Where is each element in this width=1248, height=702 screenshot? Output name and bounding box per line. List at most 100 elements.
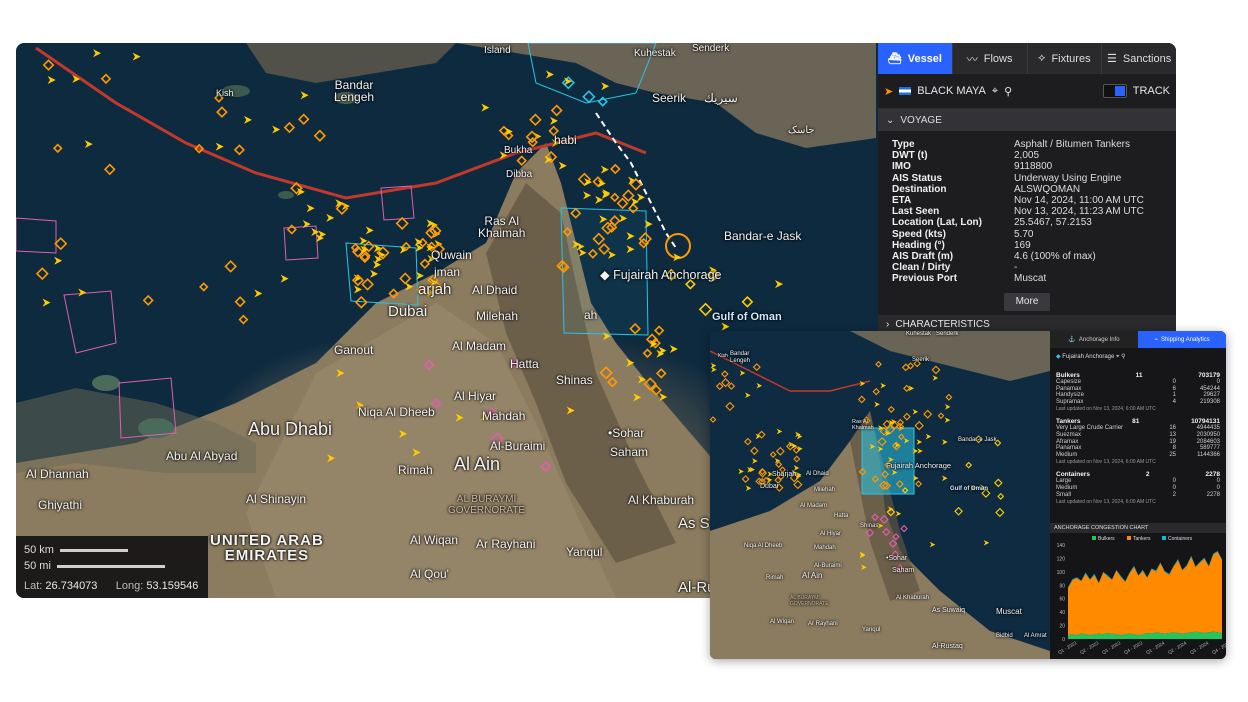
label-fujairah-anchorage[interactable]: ◆ Fujairah Anchorage [600,267,722,282]
vessel-marker-arrow[interactable] [370,269,379,278]
vessel-marker-arrow[interactable] [78,288,87,297]
vessel-marker-arrow[interactable] [630,197,639,206]
vessel-marker-arrow[interactable] [373,260,382,269]
vessel-marker-diamond[interactable] [529,113,542,127]
vessel-marker-diamond[interactable] [997,492,1005,500]
vessel-marker-diamond[interactable] [931,365,941,375]
tab-anchorage-info[interactable]: ⚓ Anchorage Info [1050,331,1138,348]
vessel-marker-diamond[interactable] [937,412,945,420]
vessel-marker-arrow[interactable] [272,125,281,134]
vessel-marker-diamond[interactable] [399,272,412,285]
vessel-marker-diamond[interactable] [793,479,803,490]
vessel-marker-diamond[interactable] [234,296,246,308]
zone-pink-5[interactable] [16,217,57,254]
vessel-marker-arrow[interactable] [669,345,678,354]
vessel-marker-arrow[interactable] [874,401,880,408]
vessel-marker-diamond[interactable] [887,405,895,413]
vessel-marker-diamond[interactable] [954,506,963,516]
vessel-marker-diamond[interactable] [965,461,973,469]
vessel-marker-arrow[interactable] [895,510,902,517]
vessel-marker-arrow[interactable] [54,256,63,265]
vessel-marker-diamond[interactable] [945,393,953,401]
vessel-marker-diamond[interactable] [283,121,296,134]
vessel-marker-diamond[interactable] [419,258,431,270]
vessel-marker-diamond[interactable] [233,144,245,156]
voyage-section-header[interactable]: ⌄ VOYAGE [878,109,1176,131]
vessel-marker-diamond[interactable] [857,395,866,404]
vessel-marker-arrow[interactable] [481,103,490,112]
vessel-marker-diamond[interactable] [725,401,735,412]
vessel-marker-diamond[interactable] [395,216,409,230]
vessel-marker-diamond[interactable] [516,155,527,166]
vessel-marker-diamond[interactable] [361,278,374,291]
vessel-marker-diamond[interactable] [993,478,1003,488]
vessel-marker-diamond[interactable] [610,163,621,175]
vessel-marker-arrow[interactable] [300,91,309,100]
vessel-marker-diamond[interactable] [550,104,563,117]
vessel-marker-diamond[interactable] [903,384,911,393]
vessel-marker-diamond[interactable] [775,446,785,456]
vessel-marker-arrow[interactable] [636,193,645,202]
vessel-marker-arrow[interactable] [944,404,951,410]
inset-map[interactable]: Kuhestak Senderk Bandar Lengeh Kish Seer… [710,331,1050,659]
tab-flows[interactable]: 〰 Flows [953,43,1028,74]
vessel-marker-arrow[interactable] [280,274,289,283]
vessel-marker-diamond[interactable] [54,237,68,251]
vessel-marker-arrow[interactable] [738,468,744,475]
vessel-marker-diamond[interactable] [769,451,777,458]
vessel-marker-arrow[interactable] [929,541,936,548]
vessel-marker-diamond[interactable] [752,363,761,372]
vessel-marker-arrow[interactable] [365,226,374,235]
vessel-marker-arrow[interactable] [941,475,948,482]
tab-fixtures[interactable]: ⟡ Fixtures [1028,43,1103,74]
vessel-marker-arrow[interactable] [916,439,923,445]
vessel-marker-arrow[interactable] [583,191,592,200]
more-button[interactable]: More [1004,292,1050,311]
vessel-marker-diamond[interactable] [653,325,665,336]
vessel-marker-diamond[interactable] [715,382,724,391]
vessel-marker-diamond[interactable] [995,507,1005,518]
vessel-marker-arrow[interactable] [215,142,224,151]
vessel-marker-arrow[interactable] [600,165,609,174]
vessel-marker-arrow[interactable] [326,213,335,222]
vessel-marker-arrow[interactable] [880,382,886,389]
vessel-marker-diamond[interactable] [610,192,620,203]
series-area-tankers[interactable] [1068,551,1222,635]
tab-sanctions[interactable]: ☰ Sanctions [1102,43,1176,74]
vessel-marker-arrow[interactable] [775,280,784,289]
vessel-marker-diamond[interactable] [872,387,880,396]
vessel-marker-diamond[interactable] [103,163,116,176]
track-toggle[interactable] [1102,84,1127,98]
vessel-marker-arrow[interactable] [745,392,751,399]
vessel-marker-diamond[interactable] [923,409,933,419]
vessel-marker-diamond[interactable] [100,73,112,85]
vessel-marker-arrow[interactable] [42,298,51,307]
vessel-marker-diamond[interactable] [142,294,154,306]
vessel-marker-diamond[interactable] [655,368,667,379]
vessel-marker-arrow[interactable] [353,285,362,294]
vessel-marker-arrow[interactable] [793,465,800,471]
vessel-marker-diamond[interactable] [721,370,729,378]
vessel-marker-arrow[interactable] [711,366,717,373]
vessel-marker-diamond[interactable] [582,90,596,104]
vessel-marker-diamond[interactable] [741,295,754,308]
vessel-marker-diamond[interactable] [900,524,908,533]
vessel-marker-diamond[interactable] [199,282,209,292]
vessel-marker-arrow[interactable] [595,195,604,204]
vessel-marker-arrow[interactable] [549,116,558,125]
vessel-marker-diamond[interactable] [616,197,629,210]
vessel-marker-diamond[interactable] [238,314,249,325]
vessel-marker-diamond[interactable] [741,475,750,484]
vessel-marker-arrow[interactable] [739,370,746,376]
vessel-marker-diamond[interactable] [297,113,310,126]
zone-pink-1[interactable] [63,290,117,354]
vessel-marker-arrow[interactable] [254,289,263,298]
vessel-marker-arrow[interactable] [306,204,315,213]
vessel-marker-arrow[interactable] [545,70,554,79]
locate-icon[interactable]: ⌖ [992,85,998,98]
vessel-marker-arrow[interactable] [983,539,990,546]
vessel-marker-diamond[interactable] [744,437,752,446]
vessel-marker-diamond[interactable] [286,224,297,235]
vessel-marker-diamond[interactable] [727,382,736,390]
vessel-marker-arrow[interactable] [601,82,610,91]
